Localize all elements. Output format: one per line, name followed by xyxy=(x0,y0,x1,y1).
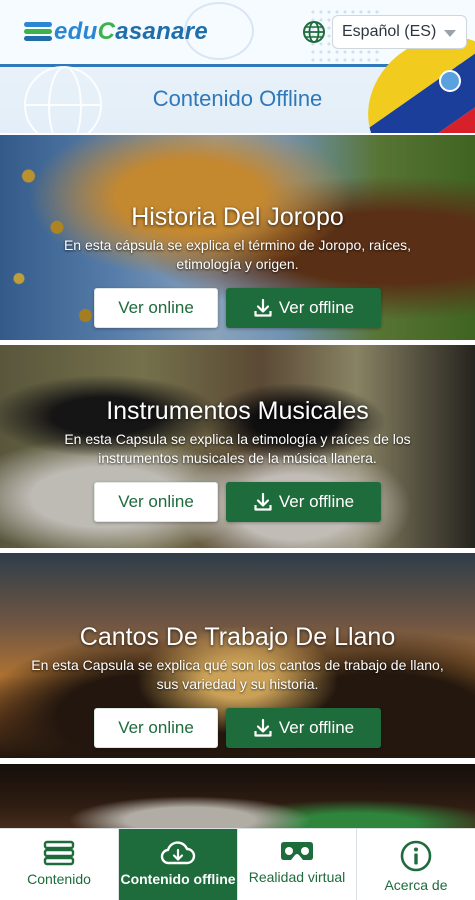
nav-item-contenido[interactable]: Contenido xyxy=(0,829,119,900)
nav-item-acerca-de[interactable]: Acerca de xyxy=(357,829,475,900)
view-online-button[interactable]: Ver online xyxy=(94,288,218,328)
capsule-card-instrumentos-musicales: Instrumentos Musicales En esta Capsula s… xyxy=(0,345,475,548)
nav-item-realidad-virtual[interactable]: Realidad virtual xyxy=(238,829,357,900)
chevron-down-icon xyxy=(444,30,456,37)
download-icon xyxy=(254,492,272,511)
vr-headset-icon xyxy=(281,842,313,860)
card-description: En esta Capsula se explica qué son los c… xyxy=(31,657,444,692)
app-header: edu Casanare Español (ES) Contenido Offli… xyxy=(0,0,475,133)
card-title: Historia Del Joropo xyxy=(131,203,344,231)
card-description: En esta cápsula se explica el término de… xyxy=(63,237,412,272)
logo-text-c: C xyxy=(97,18,116,45)
nav-label: Contenido offline xyxy=(120,871,236,887)
view-offline-button[interactable]: Ver offline xyxy=(226,288,381,328)
download-icon xyxy=(254,298,272,317)
page-title: Contenido Offline xyxy=(152,86,323,111)
card-description: En esta Capsula se explica la etimología… xyxy=(64,431,411,466)
books-icon xyxy=(24,21,52,43)
card-image-overlay xyxy=(0,764,475,834)
view-offline-label: Ver offline xyxy=(278,298,355,317)
download-icon xyxy=(254,718,272,737)
view-online-button[interactable]: Ver online xyxy=(94,482,218,522)
stack-icon xyxy=(43,840,75,866)
view-offline-button[interactable]: Ver offline xyxy=(226,708,381,748)
info-icon xyxy=(400,840,432,872)
logo-text-asanare: asanare xyxy=(115,18,209,45)
view-offline-button[interactable]: Ver offline xyxy=(226,482,381,522)
language-select-value: Español (ES) xyxy=(342,23,437,40)
view-offline-label: Ver offline xyxy=(278,718,355,737)
nav-label: Realidad virtual xyxy=(248,869,346,885)
cloud-download-icon xyxy=(160,841,196,865)
globe-icon[interactable] xyxy=(302,20,326,44)
logo-text-edu: edu xyxy=(54,18,98,45)
view-online-button[interactable]: Ver online xyxy=(94,708,218,748)
nav-label: Contenido xyxy=(27,871,91,887)
card-title: Cantos De Trabajo De Llano xyxy=(79,623,396,651)
nav-item-contenido-offline[interactable]: Contenido offline xyxy=(119,829,238,900)
card-title: Instrumentos Musicales xyxy=(106,397,369,425)
app-logo: edu Casanare xyxy=(24,14,208,50)
view-offline-label: Ver offline xyxy=(278,492,355,511)
capsule-card-historia-joropo: Historia Del Joropo En esta cápsula se e… xyxy=(0,135,475,340)
nav-label: Acerca de xyxy=(384,877,448,893)
bottom-navigation: Contenido Contenido offline Realidad vir… xyxy=(0,828,475,900)
capsule-card-partial[interactable] xyxy=(0,764,475,834)
capsule-card-cantos-trabajo: Cantos De Trabajo De Llano En esta Capsu… xyxy=(0,553,475,758)
language-select[interactable]: Español (ES) xyxy=(332,15,467,49)
